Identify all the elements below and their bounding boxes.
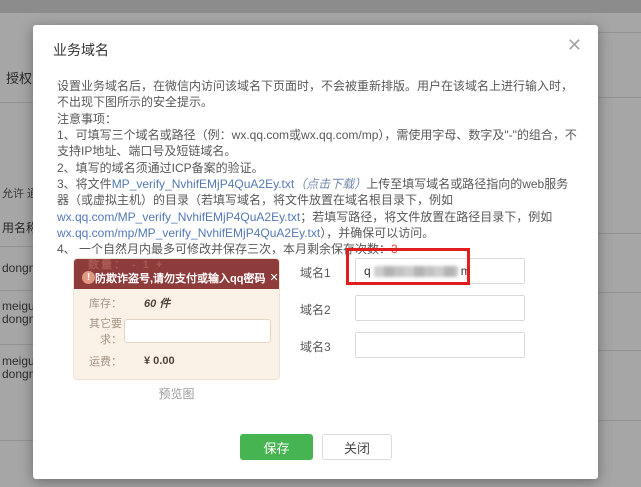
shipping-row: 运费： ¥ 0.00 (74, 353, 271, 369)
intro-text: 设置业务域名后，在微信内访问该域名下页面时，不会被重新排版。用户在该域名上进行输… (57, 78, 579, 111)
domain1-label: 域名1 (300, 264, 331, 281)
domain1-value-start: q (364, 264, 371, 278)
stock-value: 60 件 (144, 295, 170, 311)
close-icon[interactable]: ✕ (567, 36, 582, 54)
requirements-label: 其它要求： (74, 315, 122, 347)
note-2: 2、填写的域名须通过ICP备案的验证。 (57, 160, 579, 176)
preview-header: 数量： - 1 + ! 防欺诈盗号,请勿支付或输入qq密码 ✕ (74, 259, 279, 289)
notes-title: 注意事项： (57, 111, 579, 127)
shipping-value: ¥ 0.00 (144, 355, 175, 367)
domain1-value-end: m (461, 264, 471, 278)
warning-text: 防欺诈盗号,请勿支付或输入qq密码 (95, 270, 266, 286)
note-4: 4、 一个自然月内最多可修改并保存三次，本月剩余保存次数：3 (57, 241, 579, 257)
warning-icon: ! (82, 271, 95, 284)
business-domain-dialog: 业务域名 ✕ 设置业务域名后，在微信内访问该域名下页面时，不会被重新排版。用户在… (33, 25, 598, 479)
warning-close-icon: ✕ (270, 271, 279, 284)
domain2-label: 域名2 (300, 301, 331, 318)
note-3-mid2: ；若填写路径，将文件放置在路径目录下，例如 (300, 210, 552, 224)
preview-caption: 预览图 (73, 385, 280, 402)
domain1-input[interactable]: qm (355, 258, 525, 284)
domain3-label: 域名3 (300, 338, 331, 355)
screen: 授权管 允许 通过 用名称作 dongmin meigua dongmin me… (0, 0, 641, 487)
fraud-warning-banner: ! 防欺诈盗号,请勿支付或输入qq密码 ✕ (74, 266, 279, 289)
requirements-row: 其它要求： (74, 315, 271, 347)
note-3: 3、将文件MP_verify_NvhifEMjP4QuA2Ey.txt（点击下载… (57, 176, 579, 241)
security-warning-preview: 数量： - 1 + ! 防欺诈盗号,请勿支付或输入qq密码 ✕ 库存： 60 件… (73, 258, 280, 380)
dialog-description: 设置业务域名后，在微信内访问该域名下页面时，不会被重新排版。用户在该域名上进行输… (57, 78, 579, 257)
close-button[interactable]: 关闭 (322, 434, 392, 460)
shipping-label: 运费： (74, 353, 122, 369)
requirements-input (124, 319, 271, 343)
remaining-saves-count: 3 (391, 242, 398, 256)
note-3-suffix: ），并确保可以访问。 (320, 226, 434, 240)
dialog-title: 业务域名 (53, 40, 109, 60)
example-url-1: wx.qq.com/MP_verify_NvhifEMjP4QuA2Ey.txt (57, 210, 300, 224)
note-4-text: 4、 一个自然月内最多可修改并保存三次，本月剩余保存次数： (57, 242, 391, 256)
note-3-prefix: 3、将文件 (57, 177, 112, 191)
save-button[interactable]: 保存 (240, 434, 313, 460)
stock-row: 库存： 60 件 (74, 295, 271, 311)
domain1-censored-value (374, 266, 458, 277)
domain2-input[interactable] (355, 295, 525, 321)
note-1: 1、可填写三个域名或路径（例：wx.qq.com或wx.qq.com/mp），需… (57, 127, 579, 160)
download-link[interactable]: （点击下载） (294, 177, 366, 191)
example-url-2: wx.qq.com/mp/MP_verify_NvhifEMjP4QuA2Ey.… (57, 226, 320, 240)
stock-label: 库存： (74, 295, 122, 311)
verify-file-link[interactable]: MP_verify_NvhifEMjP4QuA2Ey.txt (112, 177, 295, 191)
domain3-input[interactable] (355, 332, 525, 358)
